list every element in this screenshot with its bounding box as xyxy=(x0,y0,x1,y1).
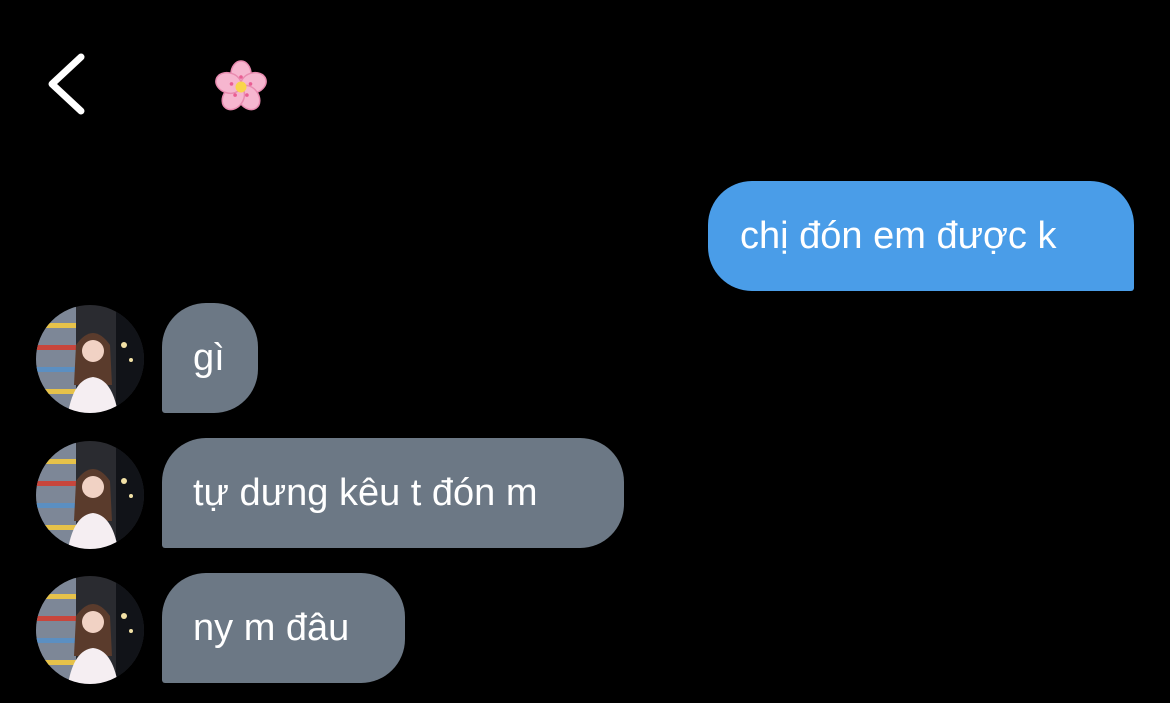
message-text: chị đón em được k xyxy=(740,215,1057,257)
message-text: gì xyxy=(193,337,225,379)
cherry-blossom-icon[interactable] xyxy=(214,60,268,114)
avatar[interactable] xyxy=(36,441,144,549)
received-message-bubble[interactable]: tự dưng kêu t đón m xyxy=(162,438,624,548)
message-text: ny m đâu xyxy=(193,607,350,649)
chevron-left-icon xyxy=(48,53,85,115)
sent-message-bubble[interactable]: chị đón em được k xyxy=(708,181,1134,291)
received-message-bubble[interactable]: ny m đâu xyxy=(162,573,405,683)
received-message-bubble[interactable]: gì xyxy=(162,303,258,413)
back-button[interactable] xyxy=(38,50,98,120)
chat-screen: chị đón em được k gì tự dưng kêu t đón m… xyxy=(0,0,1170,703)
message-text: tự dưng kêu t đón m xyxy=(193,472,538,514)
avatar[interactable] xyxy=(36,305,144,413)
avatar[interactable] xyxy=(36,576,144,684)
